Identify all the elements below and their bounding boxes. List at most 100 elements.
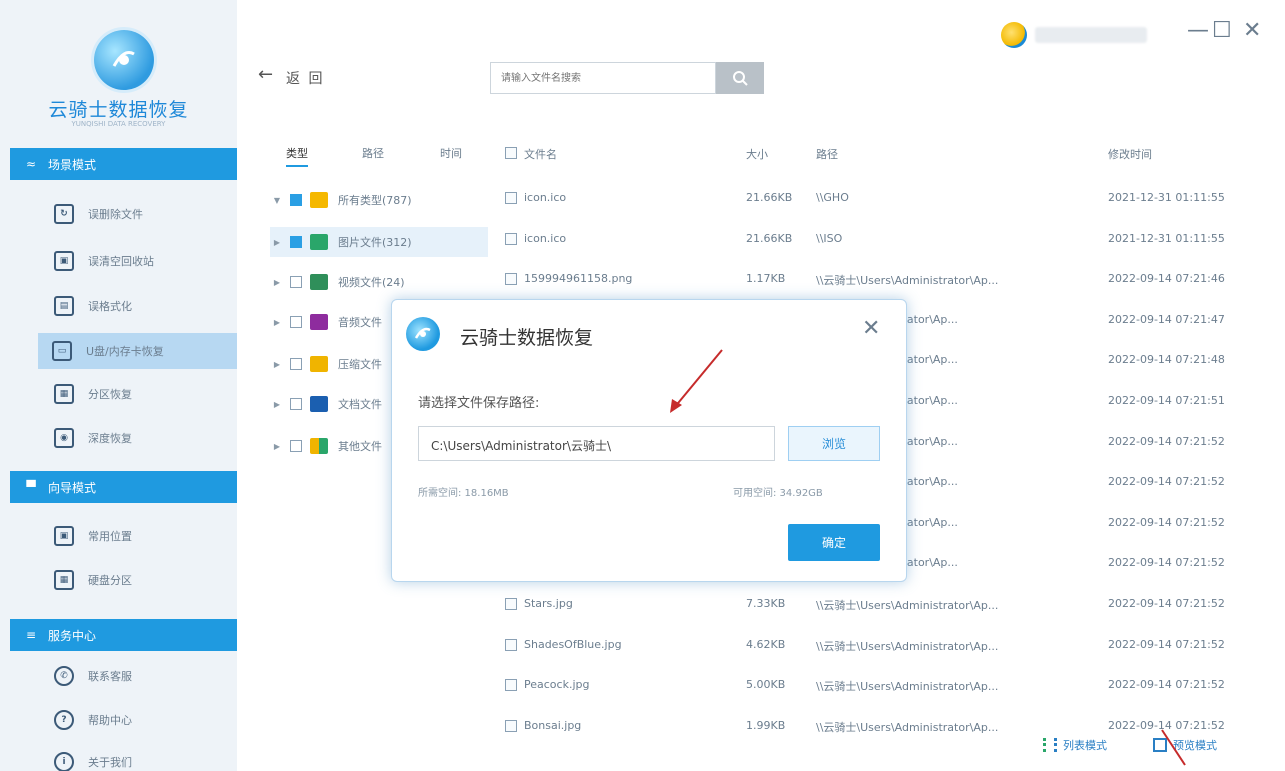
file-modified-time: 2021-12-31 01:11:55 bbox=[1108, 191, 1225, 204]
list-mode-label: 列表模式 bbox=[1063, 739, 1107, 752]
sidebar-item-label: 常用位置 bbox=[88, 530, 132, 543]
table-row[interactable]: Stars.jpg 7.33KB \\云骑士\Users\Administrator… bbox=[505, 589, 1275, 619]
close-button[interactable]: ✕ bbox=[1243, 18, 1261, 43]
expand-arrow-icon[interactable]: ▼ bbox=[270, 196, 284, 205]
sidebar-item-drive-partitions[interactable]: ▦ 硬盘分区 bbox=[40, 565, 235, 595]
group-service-center[interactable]: ≡ 服务中心 bbox=[10, 619, 237, 651]
checkbox[interactable] bbox=[290, 236, 302, 248]
expand-arrow-icon[interactable]: ▶ bbox=[270, 400, 284, 409]
search-input[interactable] bbox=[490, 62, 716, 94]
group-scene-mode[interactable]: ≈ 场景模式 bbox=[10, 148, 237, 180]
file-size: 21.66KB bbox=[746, 232, 793, 245]
row-checkbox[interactable] bbox=[505, 233, 517, 245]
file-path: \\GHO bbox=[816, 191, 849, 204]
file-size: 4.62KB bbox=[746, 638, 786, 651]
save-path-input[interactable]: C:\Users\Administrator\云骑士\ bbox=[418, 426, 775, 461]
sidebar-item-label: 误清空回收站 bbox=[88, 255, 154, 268]
column-size[interactable]: 大小 bbox=[746, 146, 826, 162]
select-all-checkbox[interactable] bbox=[505, 147, 517, 159]
table-row[interactable]: Peacock.jpg 5.00KB \\云骑士\Users\Administrat… bbox=[505, 670, 1275, 700]
table-row[interactable]: icon.ico 21.66KB \\GHO 2021-12-31 01:11:55 bbox=[505, 183, 1275, 213]
save-path-label: 请选择文件保存路径: bbox=[418, 396, 540, 411]
sidebar-item-label: 误删除文件 bbox=[88, 208, 143, 221]
tab-time[interactable]: 时间 bbox=[440, 145, 462, 161]
file-modified-time: 2022-09-14 07:21:47 bbox=[1108, 313, 1225, 326]
user-avatar[interactable] bbox=[1001, 22, 1027, 48]
tree-item-all-types[interactable]: ▼ 所有类型(787) bbox=[270, 185, 488, 215]
sidebar-item-about[interactable]: i 关于我们 bbox=[40, 747, 235, 771]
sidebar-item-label: 帮助中心 bbox=[88, 714, 132, 727]
sidebar-item-label: 深度恢复 bbox=[88, 432, 132, 445]
row-checkbox[interactable] bbox=[505, 639, 517, 651]
sidebar-item-common-locations[interactable]: ▣ 常用位置 bbox=[40, 521, 235, 551]
browse-button[interactable]: 浏览 bbox=[788, 426, 880, 461]
tab-path[interactable]: 路径 bbox=[362, 145, 384, 161]
row-checkbox[interactable] bbox=[505, 679, 517, 691]
checkbox[interactable] bbox=[290, 440, 302, 452]
expand-arrow-icon[interactable]: ▶ bbox=[270, 360, 284, 369]
table-row[interactable]: ShadesOfBlue.jpg 4.62KB \\云骑士\Users\Admini… bbox=[505, 630, 1275, 660]
file-modified-time: 2022-09-14 07:21:52 bbox=[1108, 638, 1225, 651]
back-button[interactable]: 返 回 bbox=[286, 68, 324, 88]
checkbox[interactable] bbox=[290, 194, 302, 206]
video-icon bbox=[310, 274, 328, 290]
table-row[interactable]: 159994961158.png 1.17KB \\云骑士\Users\Admini… bbox=[505, 264, 1275, 294]
table-row[interactable]: icon.ico 21.66KB \\ISO 2021-12-31 01:11:55 bbox=[505, 224, 1275, 254]
sidebar-item-label: 关于我们 bbox=[88, 756, 132, 769]
checkbox[interactable] bbox=[290, 276, 302, 288]
sidebar-item-deep-recovery[interactable]: ◉ 深度恢复 bbox=[40, 423, 235, 453]
tree-item-label: 音频文件 bbox=[338, 316, 382, 329]
thumbnail-mode-button[interactable]: 预览模式 bbox=[1153, 737, 1217, 753]
checkbox[interactable] bbox=[290, 358, 302, 370]
search-button[interactable] bbox=[716, 62, 764, 94]
sidebar-item-formatted[interactable]: ▤ 误格式化 bbox=[40, 291, 235, 321]
search-icon bbox=[733, 71, 748, 86]
available-space: 可用空间: 34.92GB bbox=[733, 488, 823, 499]
file-size: 5.00KB bbox=[746, 678, 786, 691]
checkbox[interactable] bbox=[290, 398, 302, 410]
sidebar-item-usb-card[interactable]: ▭ U盘/内存卡恢复 bbox=[38, 333, 237, 369]
sidebar-item-recycle-bin[interactable]: ▣ 误清空回收站 bbox=[40, 246, 235, 276]
file-modified-time: 2022-09-14 07:21:52 bbox=[1108, 556, 1225, 569]
checkbox[interactable] bbox=[290, 316, 302, 328]
sidebar-item-label: 分区恢复 bbox=[88, 388, 132, 401]
group-guide-mode[interactable]: ▀ 向导模式 bbox=[10, 471, 237, 503]
row-checkbox[interactable] bbox=[505, 192, 517, 204]
list-mode-button[interactable]: 列表模式 bbox=[1043, 737, 1107, 753]
dialog-close-icon[interactable]: ✕ bbox=[862, 316, 880, 341]
group-label: 服务中心 bbox=[48, 628, 97, 643]
sidebar-item-contact[interactable]: ✆ 联系客服 bbox=[40, 661, 235, 691]
file-path: \\云骑士\Users\Administrator\Ap... bbox=[816, 640, 999, 653]
expand-arrow-icon[interactable]: ▶ bbox=[270, 318, 284, 327]
expand-arrow-icon[interactable]: ▶ bbox=[270, 238, 284, 247]
minimize-button[interactable]: — bbox=[1187, 18, 1209, 43]
sidebar-item-help[interactable]: ? 帮助中心 bbox=[40, 705, 235, 735]
column-filename[interactable]: 文件名 bbox=[524, 146, 724, 162]
user-name-blurred bbox=[1035, 27, 1147, 43]
tab-type[interactable]: 类型 bbox=[286, 145, 308, 167]
list-view-icon bbox=[1043, 738, 1057, 752]
sidebar-item-deleted-files[interactable]: ↻ 误删除文件 bbox=[40, 199, 235, 229]
tree-item-images[interactable]: ▶ 图片文件(312) bbox=[270, 227, 488, 257]
expand-arrow-icon[interactable]: ▶ bbox=[270, 442, 284, 451]
confirm-button[interactable]: 确定 bbox=[788, 524, 880, 561]
file-path: \\云骑士\Users\Administrator\Ap... bbox=[816, 721, 999, 734]
tree-item-videos[interactable]: ▶ 视频文件(24) bbox=[270, 267, 488, 297]
app-name: 云骑士数据恢复 bbox=[48, 99, 189, 121]
logo-knight-icon bbox=[94, 30, 154, 90]
file-path: \\云骑士\Users\Administrator\Ap... bbox=[816, 680, 999, 693]
audio-icon bbox=[310, 314, 328, 330]
row-checkbox[interactable] bbox=[505, 598, 517, 610]
file-modified-time: 2022-09-14 07:21:48 bbox=[1108, 353, 1225, 366]
back-arrow-icon[interactable]: ← bbox=[258, 64, 273, 85]
expand-arrow-icon[interactable]: ▶ bbox=[270, 278, 284, 287]
row-checkbox[interactable] bbox=[505, 273, 517, 285]
maximize-button[interactable]: ☐ bbox=[1212, 18, 1232, 43]
column-modified-time[interactable]: 修改时间 bbox=[1108, 146, 1278, 162]
sidebar-item-partition[interactable]: ▦ 分区恢复 bbox=[40, 379, 235, 409]
app-subtitle: YUNQISHI DATA RECOVERY bbox=[71, 120, 166, 128]
tree-item-label: 所有类型(787) bbox=[338, 194, 412, 207]
column-path[interactable]: 路径 bbox=[816, 146, 1103, 162]
row-checkbox[interactable] bbox=[505, 720, 517, 732]
thumbnail-mode-label: 预览模式 bbox=[1173, 739, 1217, 752]
